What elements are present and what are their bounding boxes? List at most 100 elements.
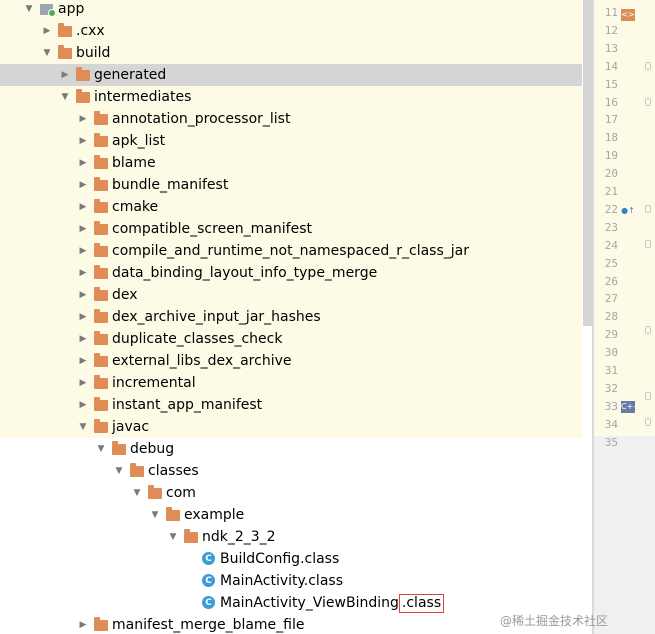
module-icon [40,4,56,17]
tree-row-label: duplicate_classes_check [112,331,283,347]
folder-icon [94,199,108,213]
project-tree[interactable]: ▼ app ▶ .cxx ▼ build ▶ generated ▼ intermediates ▶… [0,0,582,634]
fold-marker-icon[interactable] [645,240,651,248]
line-number: 11 [604,6,618,19]
tree-row[interactable]: ▶ annotation_processor_list [0,108,582,130]
tree-row-label: bundle_manifest [112,177,229,193]
folder-icon [58,23,72,37]
tree-row[interactable]: ▶ dex_archive_input_jar_hashes [0,306,582,328]
tree-row[interactable]: ▶ generated [0,64,582,86]
tree-row[interactable]: ▶ instant_app_manifest [0,394,582,416]
tree-row-label: annotation_processor_list [112,111,291,127]
chevron-down-icon[interactable]: ▼ [166,526,180,548]
tree-row[interactable]: ▶ bundle_manifest [0,174,582,196]
tree-row[interactable]: ▼ classes [0,460,582,482]
tree-row[interactable]: ▶ apk_list [0,130,582,152]
tree-row-label: blame [112,155,156,171]
chevron-right-icon[interactable]: ▶ [76,284,90,306]
tree-row-label: dex [112,287,138,303]
tree-scrollbar-thumb[interactable] [583,0,592,326]
line-number: 29 [604,328,618,342]
tree-row[interactable]: ▼ com [0,482,582,504]
folder-icon [94,287,108,301]
tree-row[interactable]: C MainActivity.class [0,570,582,592]
tree-row[interactable]: C BuildConfig.class [0,548,582,570]
chevron-right-icon[interactable]: ▶ [76,614,90,634]
tree-row-label: apk_list [112,133,166,149]
tree-row[interactable]: ▼ example [0,504,582,526]
tree-row-label: build [76,45,111,61]
tree-row[interactable]: ▶ compatible_screen_manifest [0,218,582,240]
chevron-right-icon[interactable]: ▶ [76,306,90,328]
tree-row[interactable]: ▼ debug [0,438,582,460]
fold-marker-icon[interactable] [645,62,651,70]
chevron-right-icon[interactable]: ▶ [76,328,90,350]
chevron-right-icon[interactable]: ▶ [76,196,90,218]
folder-icon [94,133,108,147]
tree-row[interactable]: ▶ blame [0,152,582,174]
line-number: 19 [604,149,618,163]
chevron-down-icon[interactable]: ▼ [130,482,144,504]
tree-row[interactable]: ▶ external_libs_dex_archive [0,350,582,372]
tree-row[interactable]: ▼ intermediates [0,86,582,108]
chevron-right-icon[interactable]: ▶ [76,108,90,130]
tree-row-label: .cxx [76,23,105,39]
chevron-right-icon[interactable]: ▶ [58,64,72,86]
chevron-down-icon[interactable]: ▼ [76,416,90,438]
chevron-right-icon[interactable]: ▶ [76,262,90,284]
tree-row-label: generated [94,67,167,83]
chevron-down-icon[interactable]: ▼ [40,42,54,64]
line-number: 30 [604,346,618,360]
tree-row-label: BuildConfig.class [220,551,340,567]
chevron-right-icon[interactable]: ▶ [76,350,90,372]
chevron-right-icon[interactable]: ▶ [76,394,90,416]
chevron-down-icon[interactable]: ▼ [58,86,72,108]
tree-row[interactable]: ▶ dex [0,284,582,306]
tree-row[interactable]: C MainActivity_ViewBinding .class [0,592,582,614]
tree-row-label: classes [148,463,199,479]
chevron-right-icon[interactable]: ▶ [76,218,90,240]
tree-row[interactable]: ▼ app [0,0,582,20]
xml-file-icon[interactable]: <> [621,9,635,21]
tree-row[interactable]: ▼ ndk_2_3_2 [0,526,582,548]
chevron-right-icon[interactable]: ▶ [76,240,90,262]
fold-marker-icon[interactable] [645,418,651,426]
tree-row-label: MainActivity_ViewBinding .class [220,592,445,614]
tree-row[interactable]: ▶ incremental [0,372,582,394]
chevron-down-icon[interactable]: ▼ [148,504,162,526]
fold-marker-icon[interactable] [645,98,651,106]
navigate-up-icon[interactable]: ●↑ [621,205,635,217]
tree-row[interactable]: ▶ cmake [0,196,582,218]
fold-marker-icon[interactable] [645,326,651,334]
chevron-right-icon[interactable]: ▶ [76,152,90,174]
fold-marker-icon[interactable] [645,392,651,400]
folder-icon [94,419,108,433]
watermark: @稀土掘金技术社区 [500,614,609,628]
tree-row[interactable]: ▶ duplicate_classes_check [0,328,582,350]
chevron-right-icon[interactable]: ▶ [76,174,90,196]
chevron-down-icon[interactable]: ▼ [94,438,108,460]
tree-row[interactable]: ▶ compile_and_runtime_not_namespaced_r_cl… [0,240,582,262]
fold-marker-icon[interactable] [645,205,651,213]
cpp-file-icon[interactable]: C++ [621,401,640,413]
folder-icon [130,463,144,477]
chevron-right-icon[interactable]: ▶ [76,130,90,152]
folder-icon [58,45,72,59]
line-number: 20 [604,167,618,181]
tree-row[interactable]: ▶ data_binding_layout_info_type_merge [0,262,582,284]
tree-row[interactable]: ▶ .cxx [0,20,582,42]
tree-row[interactable]: ▼ javac [0,416,582,438]
tree-row-label: ndk_2_3_2 [202,529,276,545]
tree-row[interactable]: ▶ manifest_merge_blame_file [0,614,582,634]
chevron-down-icon[interactable]: ▼ [22,0,36,20]
chevron-right-icon[interactable]: ▶ [40,20,54,42]
tree-row-label: instant_app_manifest [112,397,263,413]
line-number: 25 [604,256,618,270]
folder-icon [94,221,108,235]
chevron-right-icon[interactable]: ▶ [76,372,90,394]
line-number: 34 [604,417,618,431]
line-number: 35 [604,435,618,449]
chevron-down-icon[interactable]: ▼ [112,460,126,482]
tree-row[interactable]: ▼ build [0,42,582,64]
tree-row-label: dex_archive_input_jar_hashes [112,309,321,325]
